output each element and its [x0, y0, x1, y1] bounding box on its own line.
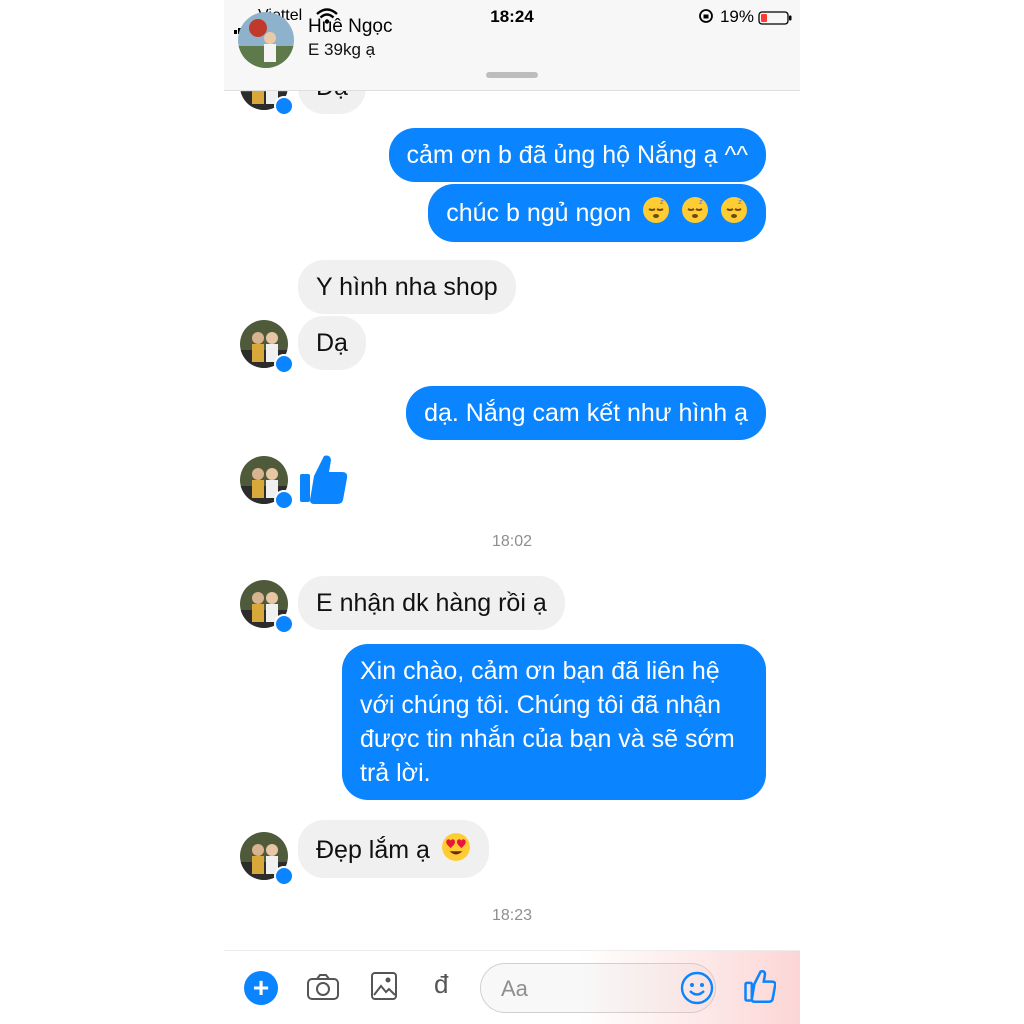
chat-header: Viettel 18:24 19% Huê Ngọc E 39kg ạ [224, 0, 800, 91]
contact-avatar-small[interactable] [240, 456, 294, 510]
heart-eyes-emoji [441, 832, 471, 871]
message-out: dạ. Nắng cam kết như hình ạ [406, 386, 766, 440]
sleepy-emoji: z [681, 196, 709, 233]
messenger-badge-icon [274, 354, 294, 374]
battery-icon [758, 10, 792, 30]
camera-button[interactable] [306, 973, 340, 1006]
drag-handle[interactable] [486, 72, 538, 78]
image-icon [371, 972, 397, 1000]
payment-button[interactable]: đ [434, 969, 448, 1000]
timestamp: 18:23 [491, 907, 533, 924]
message-out-auto-reply: Xin chào, cảm ơn bạn đã liên hệ với chún… [342, 644, 766, 800]
messenger-badge-icon [274, 490, 294, 510]
like-button[interactable] [744, 969, 777, 1008]
messenger-screen: Dạ cảm ơn b đã ủng hộ Nắng ạ ^^ chúc b n… [224, 0, 800, 1024]
contact-name[interactable]: Huê Ngọc [308, 16, 393, 38]
contact-avatar-small[interactable] [240, 580, 294, 634]
plus-button[interactable]: + [244, 971, 278, 1005]
timestamp: 18:02 [491, 533, 533, 550]
thumbs-up-icon [744, 969, 777, 1003]
smile-icon [680, 971, 714, 1005]
gallery-button[interactable] [370, 971, 398, 1006]
sleepy-emoji: z [720, 196, 748, 233]
message-in: Y hình nha shop [298, 260, 516, 314]
emoji-button[interactable] [680, 971, 714, 1010]
message-in: Đẹp lắm ạ [298, 820, 489, 878]
svg-text:z: z [699, 198, 703, 206]
conversation[interactable]: Dạ cảm ơn b đã ủng hộ Nắng ạ ^^ chúc b n… [224, 0, 800, 950]
message-text: Đẹp lắm ạ [316, 836, 430, 865]
sleepy-emoji: z [642, 196, 670, 233]
last-message-preview: E 39kg ạ [308, 40, 376, 59]
message-in: E nhận dk hàng rồi ạ [298, 576, 565, 630]
svg-text:z: z [660, 198, 664, 206]
messenger-badge-icon [274, 96, 294, 116]
message-out: cảm ơn b đã ủng hộ Nắng ạ ^^ [388, 128, 766, 182]
thumbs-up-icon [298, 452, 348, 511]
dong-icon: đ [434, 969, 449, 999]
contact-avatar[interactable] [238, 12, 294, 68]
contact-avatar-small[interactable] [240, 832, 294, 886]
message-composer: + đ Aa [224, 950, 800, 1024]
battery-percentage: 19% [719, 7, 754, 26]
camera-icon [307, 974, 339, 1000]
rotation-lock-icon [698, 8, 714, 29]
message-out: chúc b ngủ ngon z z z [428, 184, 766, 242]
plus-icon: + [252, 972, 270, 1003]
contact-avatar-small[interactable] [240, 320, 294, 374]
messenger-badge-icon [274, 866, 294, 886]
svg-text:z: z [738, 198, 742, 206]
message-in: Dạ [298, 316, 366, 370]
messenger-badge-icon [274, 614, 294, 634]
message-input-placeholder: Aa [501, 976, 528, 1001]
message-text: chúc b ngủ ngon [446, 199, 632, 228]
